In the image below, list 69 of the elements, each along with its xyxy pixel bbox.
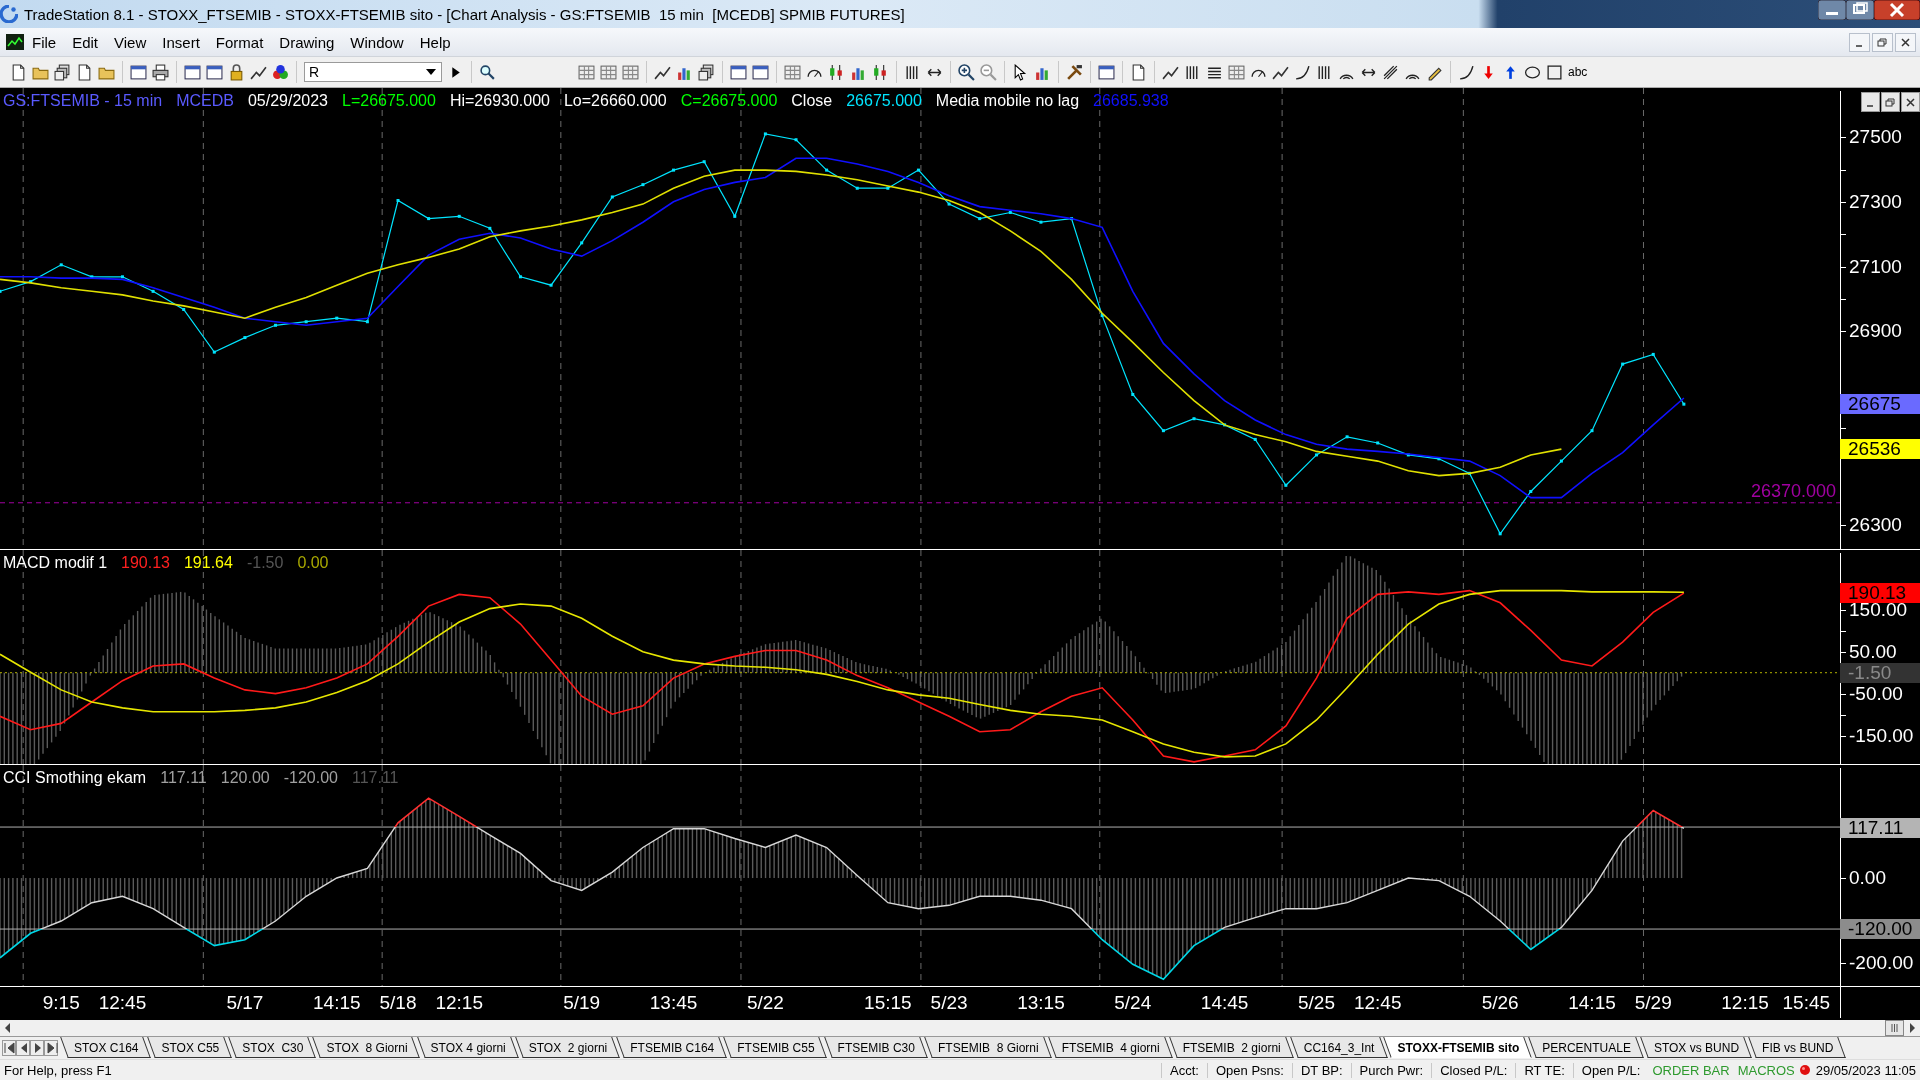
- axis-label: -200.00: [1849, 952, 1914, 975]
- time-label: 14:45: [1200, 992, 1249, 1014]
- legend-item: 191.64: [183, 554, 233, 572]
- legend-item: -1.50: [246, 554, 284, 572]
- legend-item: 117.11: [160, 769, 207, 787]
- price-marker: -1.50: [1840, 663, 1920, 684]
- legend-item: 26685.938: [1093, 92, 1169, 110]
- time-label: 5/29: [1634, 992, 1672, 1014]
- status-field: Open Psns:: [1207, 1062, 1292, 1078]
- time-label: 5/17: [226, 992, 264, 1014]
- axis-label: 26900: [1849, 320, 1902, 343]
- axis-label: 27100: [1849, 255, 1902, 278]
- legend-item: MACD modif 1: [3, 554, 108, 572]
- axis-label: 50.00: [1849, 640, 1897, 663]
- time-label: 5/18: [379, 992, 417, 1014]
- legend-item: Media mobile no lag: [935, 92, 1080, 110]
- axis-label: -150.00: [1849, 724, 1914, 747]
- time-label: 14:15: [313, 992, 361, 1014]
- legend-item: 190.13: [121, 554, 170, 572]
- axis-label: 27300: [1849, 191, 1902, 214]
- status-clock: 29/05/2023 11:05: [1814, 1062, 1916, 1078]
- legend-item: CCI Smothing ekam: [3, 769, 147, 787]
- legend-item: Lo=26660.000: [563, 92, 667, 110]
- legend-item: GS:FTSEMIB - 15 min: [3, 92, 163, 110]
- axis-label: 27500: [1849, 126, 1902, 149]
- legend-item: 0.00: [297, 554, 329, 572]
- legend-item: Close: [791, 92, 833, 110]
- legend-item: C=26675.000: [680, 92, 778, 110]
- time-label: 13:45: [649, 992, 698, 1014]
- level-label: 26370.000: [1750, 480, 1836, 502]
- time-label: 13:15: [1017, 992, 1065, 1014]
- legend-item: 117.11: [351, 769, 399, 787]
- status-field: RT TE:: [1515, 1062, 1573, 1078]
- axis-label: 26300: [1849, 514, 1902, 537]
- price-marker: 190.13: [1840, 583, 1920, 604]
- time-label: 15:45: [1782, 992, 1831, 1014]
- time-label: 12:45: [1353, 992, 1402, 1014]
- axis-label: 0.00: [1849, 867, 1886, 890]
- time-label: 5/26: [1481, 992, 1519, 1014]
- time-label: 15:15: [864, 992, 912, 1014]
- price-marker: 117.11: [1840, 818, 1920, 839]
- legend-item: MCEDB: [176, 92, 234, 110]
- status-field: DT BP:: [1291, 1062, 1351, 1078]
- help-text: For Help, press F1: [4, 1062, 113, 1078]
- time-label: 12:15: [435, 992, 483, 1014]
- window-title: TradeStation 8.1 - STOXX_FTSEMIB - STOXX-FTSEMIB sito - [Chart Analysis - GS:FTSEMIB 15 min [MCEDB] SPMIB FUTURES]: [24, 5, 906, 23]
- price-marker: 26675: [1840, 394, 1920, 415]
- status-field: Open P/L:: [1572, 1062, 1649, 1078]
- time-label: 5/19: [563, 992, 601, 1014]
- legend-item: 26675.000: [846, 92, 922, 110]
- axis-label: -50.00: [1849, 682, 1903, 705]
- status-field: Acct:: [1161, 1062, 1207, 1078]
- legend-item: Hi=26930.000: [449, 92, 550, 110]
- time-label: 12:15: [1721, 992, 1769, 1014]
- price-marker: -120.00: [1840, 919, 1920, 940]
- status-field: Purch Pwr:: [1350, 1062, 1432, 1078]
- time-label: 5/25: [1298, 992, 1335, 1014]
- time-label: 5/24: [1114, 992, 1152, 1014]
- status-field: Closed P/L:: [1431, 1062, 1516, 1078]
- time-label: 12:45: [98, 992, 147, 1014]
- time-label: 14:15: [1568, 992, 1616, 1014]
- price-marker: 26536: [1840, 439, 1920, 460]
- legend-item: -120.00: [283, 769, 338, 787]
- legend-item: 05/29/2023: [247, 92, 328, 110]
- legend-item: L=26675.000: [342, 92, 436, 110]
- time-label: 5/23: [930, 992, 968, 1014]
- legend-item: 120.00: [220, 769, 270, 787]
- time-label: 9:15: [42, 992, 80, 1014]
- time-label: 5/22: [746, 992, 784, 1014]
